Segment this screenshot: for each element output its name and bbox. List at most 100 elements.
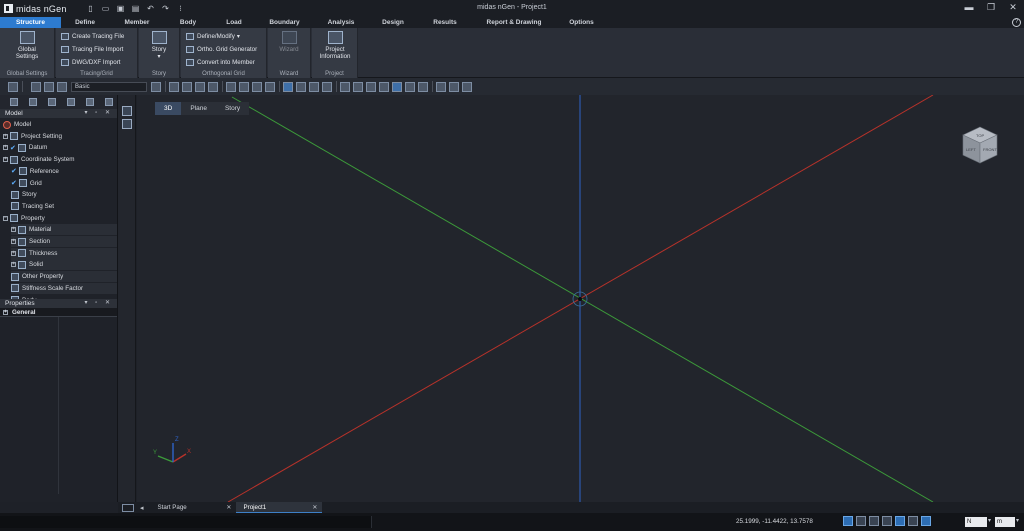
object-snap-icon[interactable] [882,516,892,526]
capture-icon[interactable] [462,81,472,92]
expand-icon[interactable]: − [3,215,8,221]
dimension-icon[interactable] [353,81,363,92]
story-button[interactable]: Story ▾ [147,31,171,60]
close-tab-icon[interactable]: ✕ [312,502,317,513]
perspective-icon[interactable] [418,81,428,92]
more-tabs-icon[interactable] [105,98,113,106]
convert-into-member-button[interactable]: Convert into Member [186,57,255,67]
tree-item[interactable]: + Solid [11,259,117,271]
expand-icon[interactable]: + [11,250,16,256]
text-display-icon[interactable] [921,516,931,526]
combo-dropdown-icon[interactable] [151,81,161,92]
dwg-dxf-import-button[interactable]: DWG/DXF Import [61,57,120,67]
print-icon[interactable] [340,81,350,92]
render-icon[interactable] [309,81,319,92]
table-view-icon[interactable] [86,98,94,106]
box-select-icon[interactable] [31,81,41,92]
split-view-icon[interactable] [122,119,132,129]
tab-start-page[interactable]: Start Page ✕ [150,502,236,513]
minimize-icon[interactable]: ▬ [964,2,974,13]
wall-icon[interactable] [265,81,275,92]
tree-item[interactable]: + Material [11,224,117,236]
undo-icon[interactable]: ↶ [146,4,155,13]
ortho-grid-generator-button[interactable]: Ortho. Grid Generator [186,44,257,54]
tree-list-icon[interactable] [29,98,37,106]
view-mode-combo[interactable]: Basic [71,81,147,92]
tab-list-icon[interactable] [122,503,134,512]
tab-define[interactable]: Define [61,17,109,28]
expand-icon[interactable]: + [3,145,8,151]
tree-item[interactable]: Other Property [11,271,117,283]
tree-item[interactable]: Model [3,119,31,130]
visibility-check-icon[interactable]: ✔ [11,179,17,187]
rotate-icon[interactable] [449,81,459,92]
group-icon[interactable] [48,98,56,106]
panel-controls[interactable]: ▾ ▫ ✕ [85,299,114,306]
tree-item[interactable]: + Section [11,236,117,247]
tab-body[interactable]: Body [165,17,211,28]
tab-options[interactable]: Options [554,17,609,28]
tracing-file-import-button[interactable]: Tracing File Import [61,44,123,54]
tab-results[interactable]: Results [416,17,474,28]
select-node-icon[interactable] [182,81,192,92]
visibility-check-icon[interactable]: ✔ [10,144,16,152]
tree-item[interactable]: − Property [3,213,45,224]
snap-icon[interactable] [169,81,179,92]
tab-scroll-left-icon[interactable]: ◂ [140,504,144,512]
shading-icon[interactable] [379,81,389,92]
color-picker-icon[interactable] [908,516,918,526]
tree-item[interactable]: + ✔ Datum [3,142,47,153]
tree-item[interactable]: ✔ Reference [11,166,59,177]
expand-icon[interactable]: + [3,133,8,139]
tree-item[interactable]: Tracing Set [11,201,54,212]
force-unit-select[interactable]: N [965,517,987,527]
define-modify-button[interactable]: Define/Modify ▾ [186,31,240,41]
expand-icon[interactable]: + [11,239,16,244]
pen-icon[interactable] [252,81,262,92]
layout-toggle-icon[interactable] [122,106,132,116]
snap-toggle-icon[interactable] [843,516,853,526]
expand-icon[interactable]: + [3,157,8,163]
tab-report-drawing[interactable]: Report & Drawing [474,17,554,28]
cube-icon[interactable] [44,81,54,92]
redo-icon[interactable]: ↷ [161,4,170,13]
save-icon[interactable]: ▣ [116,4,125,13]
length-unit-dropdown-icon[interactable]: ▾ [1016,517,1019,524]
global-settings-button[interactable]: Global Settings [10,31,44,60]
properties-section-general[interactable]: + General [0,308,117,316]
tab-analysis[interactable]: Analysis [312,17,370,28]
grid-display-icon[interactable] [283,81,293,92]
tab-boundary[interactable]: Boundary [257,17,312,28]
command-line[interactable] [0,516,372,528]
tab-plane[interactable]: Plane [181,102,216,115]
label-icon[interactable] [322,81,332,92]
tab-project1[interactable]: Project1 ✕ [235,502,322,513]
close-tab-icon[interactable]: ✕ [226,502,231,513]
force-unit-dropdown-icon[interactable]: ▾ [988,517,991,524]
visibility-check-icon[interactable]: ✔ [11,167,17,175]
tree-item[interactable]: Stiffness Scale Factor [11,282,117,294]
tree-item[interactable]: + Project Setting [3,131,62,142]
tab-design[interactable]: Design [370,17,416,28]
expand-icon[interactable]: + [11,227,16,233]
grid-snap-icon[interactable] [856,516,866,526]
wireframe-icon[interactable] [392,81,402,92]
maximize-icon[interactable]: ❐ [986,2,996,13]
works-tree-icon[interactable] [10,98,18,106]
view-cube[interactable]: TOP LEFT FRONT [961,125,999,165]
model-viewport[interactable]: X Y Z 3D Plane Story TOP LEFT FRONT [137,95,1024,502]
tree-item[interactable]: + Coordinate System [3,154,75,165]
help-icon[interactable]: ? [1012,18,1021,27]
table-icon[interactable] [366,81,376,92]
select-window-icon[interactable] [57,81,67,92]
project-information-button[interactable]: Project Information [315,31,355,60]
open-file-icon[interactable]: ▭ [101,4,110,13]
viewport-canvas[interactable]: X Y Z [137,95,1024,502]
tree-item[interactable]: + Thickness [11,247,117,259]
ortho-snap-icon[interactable] [869,516,879,526]
tab-story[interactable]: Story [216,102,249,115]
customize-icon[interactable]: ⁝ [176,4,185,13]
wizard-button[interactable]: Wizard [274,31,304,53]
new-file-icon[interactable]: ▯ [86,4,95,13]
display-member-icon[interactable] [226,81,236,92]
